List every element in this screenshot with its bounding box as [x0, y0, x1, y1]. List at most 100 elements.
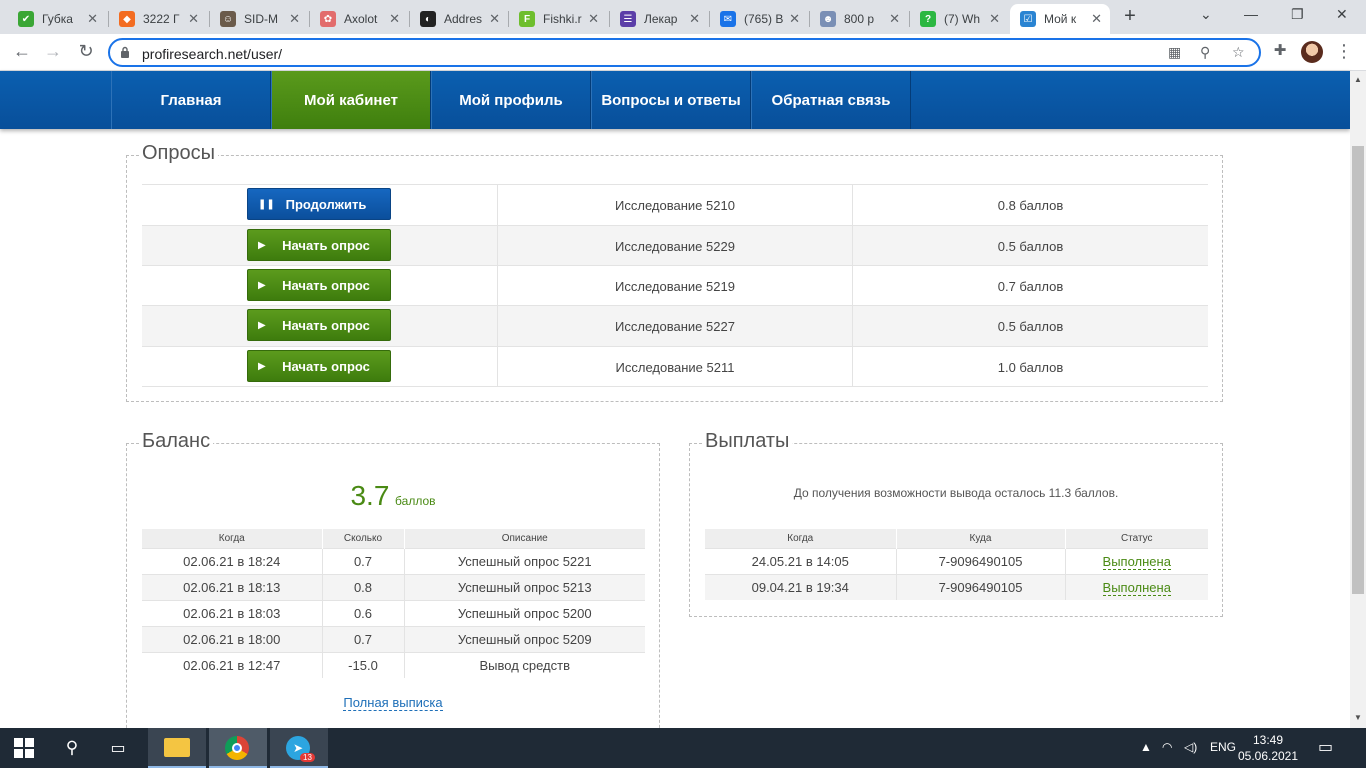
payouts-col-when: Когда [705, 529, 896, 548]
survey-row: ▶ Начать опрос Исследование 5227 0.5 баллов [142, 305, 1208, 346]
full-statement-link[interactable]: Полная выписка [343, 695, 443, 711]
browser-tab[interactable]: ☑ Мой к ✕ [1010, 4, 1110, 34]
browser-tab[interactable]: ☰ Лекар ✕ [610, 4, 708, 34]
nav-home[interactable]: Главная [111, 71, 271, 129]
survey-points: 0.5 баллов [997, 318, 1064, 334]
survey-study-label: Исследование [615, 359, 703, 375]
balance-row: 02.06.21 в 18:13 0.8 Успешный опрос 5213 [142, 573, 645, 600]
payout-status-cell: Выполнена [1064, 547, 1208, 574]
lock-icon [121, 46, 129, 58]
start-survey-button[interactable]: ▶ Начать опрос [247, 229, 391, 261]
nav-my-profile[interactable]: Мой профиль [431, 71, 591, 129]
task-view-icon[interactable]: ▭ [98, 728, 138, 768]
tab-favicon-icon: ☰ [620, 11, 636, 27]
volume-icon[interactable]: ◁) [1184, 740, 1197, 754]
zoom-icon[interactable]: ⚲ [1200, 44, 1210, 61]
extensions-icon[interactable]: ✚ [1270, 41, 1290, 59]
reload-icon[interactable]: ↻ [76, 41, 96, 62]
tab-close-icon[interactable]: ✕ [87, 11, 98, 27]
taskbar-telegram[interactable]: ➤ 13 [270, 728, 328, 768]
start-survey-button[interactable]: ▶ Начать опрос [247, 269, 391, 301]
continue-survey-button[interactable]: ❚❚ Продолжить [247, 188, 391, 220]
tray-overflow-icon[interactable]: ▲ [1140, 740, 1152, 754]
page-scrollbar[interactable]: ▲ ▼ [1350, 71, 1366, 728]
browser-tab[interactable]: F Fishki.r ✕ [509, 4, 607, 34]
nav-my-account[interactable]: Мой кабинет [271, 71, 431, 129]
browser-tab[interactable]: ◆ 3222 Г ✕ [109, 4, 207, 34]
payout-status-cell: Выполнена [1064, 573, 1208, 600]
notifications-icon[interactable]: ▭ [1318, 737, 1333, 757]
balance-unit: баллов [395, 494, 436, 508]
scroll-up-icon[interactable]: ▲ [1354, 75, 1362, 84]
balance-total: 3.7 баллов [127, 480, 659, 512]
browser-tab[interactable]: ? (7) Wh ✕ [910, 4, 1008, 34]
payout-row: 09.04.21 в 19:34 7-9096490105 Выполнена [705, 573, 1208, 600]
tab-favicon-icon: ? [920, 11, 936, 27]
survey-row: ▶ Начать опрос Исследование 5211 1.0 баллов [142, 346, 1208, 387]
new-tab-button[interactable]: + [1120, 5, 1140, 28]
balance-amount: 0.8 [321, 573, 404, 600]
survey-button-label: Начать опрос [282, 277, 370, 293]
tab-close-icon[interactable]: ✕ [689, 11, 700, 27]
start-button[interactable] [0, 728, 48, 768]
bookmark-star-icon[interactable]: ☆ [1232, 44, 1245, 61]
survey-points: 0.8 баллов [997, 197, 1064, 213]
taskbar-chrome[interactable] [209, 728, 267, 768]
nav-faq[interactable]: Вопросы и ответы [591, 71, 751, 129]
payouts-table: Когда Куда Статус 24.05.21 в 14:05 7-9096… [705, 529, 1208, 600]
scroll-down-icon[interactable]: ▼ [1354, 713, 1362, 722]
system-clock[interactable]: 13:49 05.06.2021 [1236, 732, 1300, 764]
qr-code-icon[interactable]: ▦ [1168, 44, 1181, 61]
payouts-col-status: Статус [1064, 529, 1208, 548]
balance-panel: Баланс 3.7 баллов Когда Сколько Описание… [126, 430, 660, 743]
profile-avatar[interactable] [1301, 41, 1323, 63]
payout-status-link[interactable]: Выполнена [1102, 553, 1171, 570]
balance-table: Когда Сколько Описание 02.06.21 в 18:24 0… [142, 529, 645, 678]
telegram-badge: 13 [300, 753, 315, 762]
survey-study-id: 5219 [706, 278, 735, 294]
tab-close-icon[interactable]: ✕ [989, 11, 1000, 27]
tab-close-icon[interactable]: ✕ [789, 11, 800, 27]
forward-icon[interactable]: → [43, 41, 63, 62]
browser-tab[interactable]: ✔ Губка ✕ [8, 4, 106, 34]
balance-amount: 0.7 [321, 625, 404, 652]
tab-close-icon[interactable]: ✕ [188, 11, 199, 27]
taskbar-file-explorer[interactable] [148, 728, 206, 768]
tab-close-icon[interactable]: ✕ [889, 11, 900, 27]
maximize-icon[interactable]: ❐ [1291, 6, 1304, 23]
tab-separator [409, 11, 410, 27]
payout-status-link[interactable]: Выполнена [1102, 579, 1171, 596]
survey-points: 0.5 баллов [997, 238, 1064, 254]
survey-button-label: Начать опрос [282, 317, 370, 333]
browser-tab[interactable]: ✿ Axolot ✕ [310, 4, 408, 34]
search-icon[interactable]: ⚲ [52, 728, 92, 768]
start-survey-button[interactable]: ▶ Начать опрос [247, 350, 391, 382]
browser-menu-icon[interactable]: ⋮ [1334, 41, 1354, 62]
tab-favicon-icon: ◆ [119, 11, 135, 27]
tab-close-icon[interactable]: ✕ [389, 11, 400, 27]
windows-taskbar: ⚲ ▭ ➤ 13 ▲ ◠ ◁) ENG 13:49 05.06.2021 ▭ [0, 728, 1366, 768]
language-indicator[interactable]: ENG [1210, 740, 1236, 754]
minimize-icon[interactable]: — [1244, 6, 1258, 22]
browser-tab[interactable]: ✉ (765) В ✕ [710, 4, 808, 34]
survey-study-id: 5210 [706, 197, 735, 213]
browser-tab[interactable]: ☻ 800 р ✕ [810, 4, 908, 34]
balance-description: Успешный опрос 5200 [403, 599, 645, 626]
address-bar[interactable]: profiresearch.net/user/ ▦ ⚲ ☆ [108, 38, 1261, 67]
tab-close-icon[interactable]: ✕ [289, 11, 300, 27]
scrollbar-thumb[interactable] [1352, 146, 1364, 594]
close-window-icon[interactable]: ✕ [1336, 6, 1348, 23]
wifi-icon[interactable]: ◠ [1162, 740, 1172, 754]
browser-tab[interactable]: ☺ SID-М ✕ [210, 4, 308, 34]
back-icon[interactable]: ← [12, 41, 32, 62]
tab-favicon-icon: ☻ [820, 11, 836, 27]
balance-description: Успешный опрос 5209 [403, 625, 645, 652]
tab-close-icon[interactable]: ✕ [1091, 11, 1102, 27]
browser-tab[interactable]: ◐ Addres ✕ [410, 4, 508, 34]
start-survey-button[interactable]: ▶ Начать опрос [247, 309, 391, 341]
tab-close-icon[interactable]: ✕ [588, 11, 599, 27]
tab-favicon-icon: F [519, 11, 535, 27]
tab-close-icon[interactable]: ✕ [489, 11, 500, 27]
nav-feedback[interactable]: Обратная связь [751, 71, 911, 129]
tab-search-icon[interactable]: ⌄ [1200, 6, 1212, 23]
